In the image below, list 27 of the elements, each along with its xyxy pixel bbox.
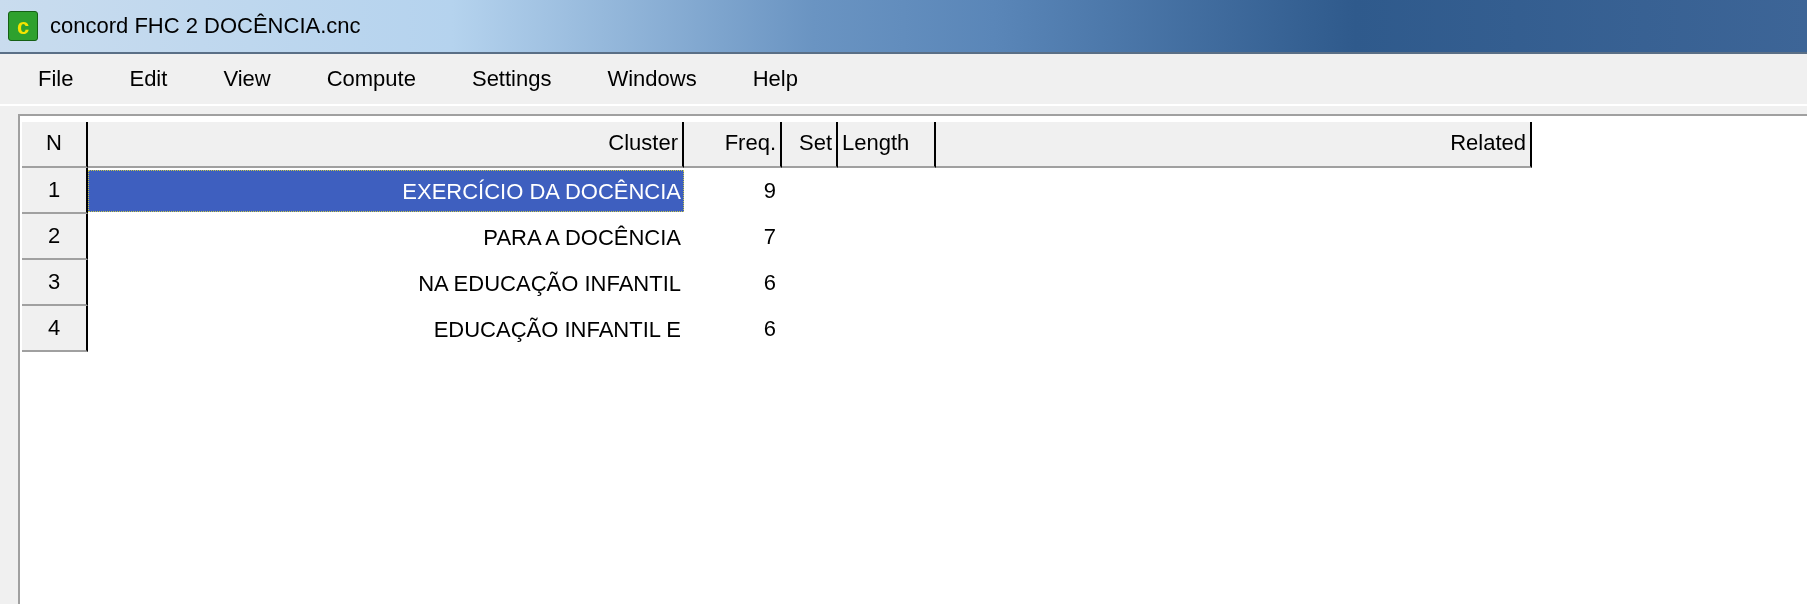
row-header[interactable]: 1 bbox=[22, 168, 88, 214]
menu-item[interactable]: File bbox=[38, 66, 74, 92]
menu-item[interactable]: Windows bbox=[607, 66, 697, 92]
column-header[interactable]: N bbox=[22, 122, 88, 168]
table-cell: EXERCÍCIO DA DOCÊNCIA bbox=[88, 170, 684, 212]
table-cell-text: 6 bbox=[762, 269, 777, 297]
table-cell-text: 9 bbox=[762, 177, 777, 205]
table-cell-text: EDUCAÇÃO INFANTIL E bbox=[432, 316, 682, 344]
table-cell-text: PARA A DOCÊNCIA bbox=[482, 224, 682, 252]
menu-item[interactable]: Edit bbox=[129, 66, 168, 92]
table-cell-text: 7 bbox=[762, 223, 777, 251]
column-header[interactable]: Length bbox=[838, 122, 936, 168]
table-cell-text: 6 bbox=[762, 315, 777, 343]
app-icon: c bbox=[8, 11, 38, 41]
row-header[interactable]: 3 bbox=[22, 260, 88, 306]
column-header[interactable]: Cluster bbox=[88, 122, 684, 168]
menu-item[interactable]: Help bbox=[752, 66, 798, 92]
menu-item[interactable]: View bbox=[223, 66, 271, 92]
column-header[interactable]: Related bbox=[936, 122, 1532, 168]
window-title: concord FHC 2 DOCÊNCIA.cnc bbox=[50, 13, 361, 39]
row-header[interactable]: 4 bbox=[22, 306, 88, 352]
table-cell-text: NA EDUCAÇÃO INFANTIL bbox=[417, 270, 682, 298]
row-header[interactable]: 2 bbox=[22, 214, 88, 260]
menu-item[interactable]: Compute bbox=[326, 66, 416, 92]
menu-item[interactable]: Settings bbox=[471, 66, 552, 92]
column-header[interactable]: Freq. bbox=[684, 122, 782, 168]
column-header[interactable]: Set bbox=[782, 122, 838, 168]
